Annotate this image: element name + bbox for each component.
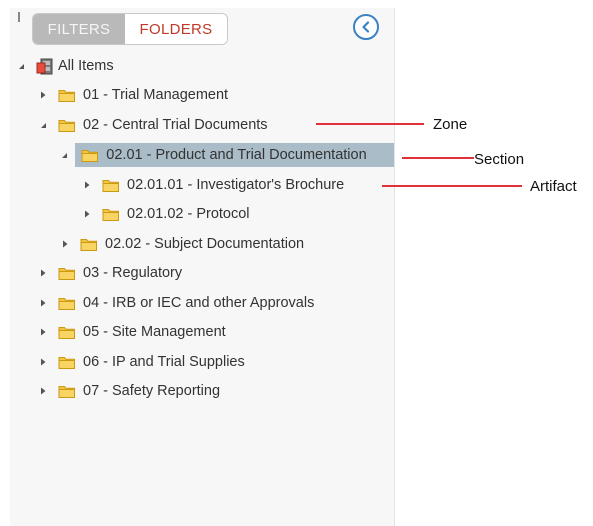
tree-item-01[interactable]: 01 - Trial Management (38, 81, 228, 109)
collapsed-arrow-icon[interactable] (38, 355, 48, 369)
zone-annotation-label: Zone (433, 116, 468, 133)
folder-icon (80, 236, 98, 252)
collapsed-arrow-icon[interactable] (82, 178, 92, 192)
tree-item-label: 02.02 - Subject Documentation (105, 236, 305, 252)
tree-item-04[interactable]: 04 - IRB or IEC and other Approvals (38, 289, 314, 317)
tree-item-07[interactable]: 07 - Safety Reporting (38, 377, 220, 405)
collapsed-arrow-icon[interactable] (38, 384, 48, 398)
tree-item-label: 03 - Regulatory (83, 265, 183, 281)
collapsed-arrow-icon[interactable] (38, 296, 48, 310)
zone-annotation-line (316, 123, 424, 125)
folder-icon (58, 354, 76, 370)
folder-icon (102, 206, 120, 222)
tree-root[interactable]: All Items (16, 52, 114, 80)
tree-item-label: 01 - Trial Management (83, 87, 229, 103)
collapse-panel-button[interactable] (353, 14, 379, 40)
tree-item-02-01-01[interactable]: 02.01.01 - Investigator's Brochure (82, 171, 344, 199)
folder-icon (58, 265, 76, 281)
folder-icon (58, 383, 76, 399)
expanded-arrow-icon[interactable] (60, 148, 69, 162)
tree-item-label: 02 - Central Trial Documents (83, 117, 268, 133)
folder-icon (102, 177, 120, 193)
tree-item-label: 02.01 - Product and Trial Documentation (106, 147, 367, 163)
expanded-arrow-icon[interactable] (16, 59, 26, 73)
tree-item-02[interactable]: 02 - Central Trial Documents (38, 111, 268, 139)
chevron-left-icon (362, 21, 370, 33)
collapsed-arrow-icon[interactable] (38, 88, 48, 102)
artifact-annotation-label: Artifact (530, 178, 577, 195)
expanded-arrow-icon[interactable] (38, 118, 48, 132)
tree-item-06[interactable]: 06 - IP and Trial Supplies (38, 348, 245, 376)
folder-icon (58, 117, 76, 133)
section-annotation-line (402, 157, 474, 159)
tree-item-02-01-02[interactable]: 02.01.02 - Protocol (82, 200, 250, 228)
folder-panel: FILTERS FOLDERS All Items 01 - Trial Man… (10, 8, 395, 526)
resize-mark (18, 12, 20, 22)
selected-item-highlight: 02.01 - Product and Trial Documentation (75, 143, 394, 167)
tree-item-label: All Items (58, 58, 114, 74)
folder-icon (58, 295, 76, 311)
tree-item-label: 07 - Safety Reporting (83, 383, 221, 399)
collapsed-arrow-icon[interactable] (82, 207, 92, 221)
collapsed-arrow-icon[interactable] (38, 325, 48, 339)
folder-icon (81, 147, 99, 163)
artifact-annotation-line (382, 185, 522, 187)
tree-item-label: 02.01.01 - Investigator's Brochure (127, 177, 345, 193)
tab-filters[interactable]: FILTERS (33, 14, 125, 44)
collapsed-arrow-icon[interactable] (60, 237, 70, 251)
panel-tabs: FILTERS FOLDERS (32, 13, 228, 45)
cabinet-icon (36, 58, 53, 75)
tree-item-05[interactable]: 05 - Site Management (38, 318, 226, 346)
folder-icon (58, 87, 76, 103)
folder-icon (58, 324, 76, 340)
collapsed-arrow-icon[interactable] (38, 266, 48, 280)
tree-item-label: 04 - IRB or IEC and other Approvals (83, 295, 315, 311)
tree-item-02-02[interactable]: 02.02 - Subject Documentation (60, 230, 304, 258)
section-annotation-label: Section (474, 151, 525, 168)
tree-item-label: 02.01.02 - Protocol (127, 206, 250, 222)
tree-item-label: 05 - Site Management (83, 324, 226, 340)
tree-item-label: 06 - IP and Trial Supplies (83, 354, 245, 370)
tab-folders[interactable]: FOLDERS (125, 14, 227, 44)
tree-item-03[interactable]: 03 - Regulatory (38, 259, 182, 287)
tree-item-02-01[interactable]: 02.01 - Product and Trial Documentation (60, 141, 394, 169)
